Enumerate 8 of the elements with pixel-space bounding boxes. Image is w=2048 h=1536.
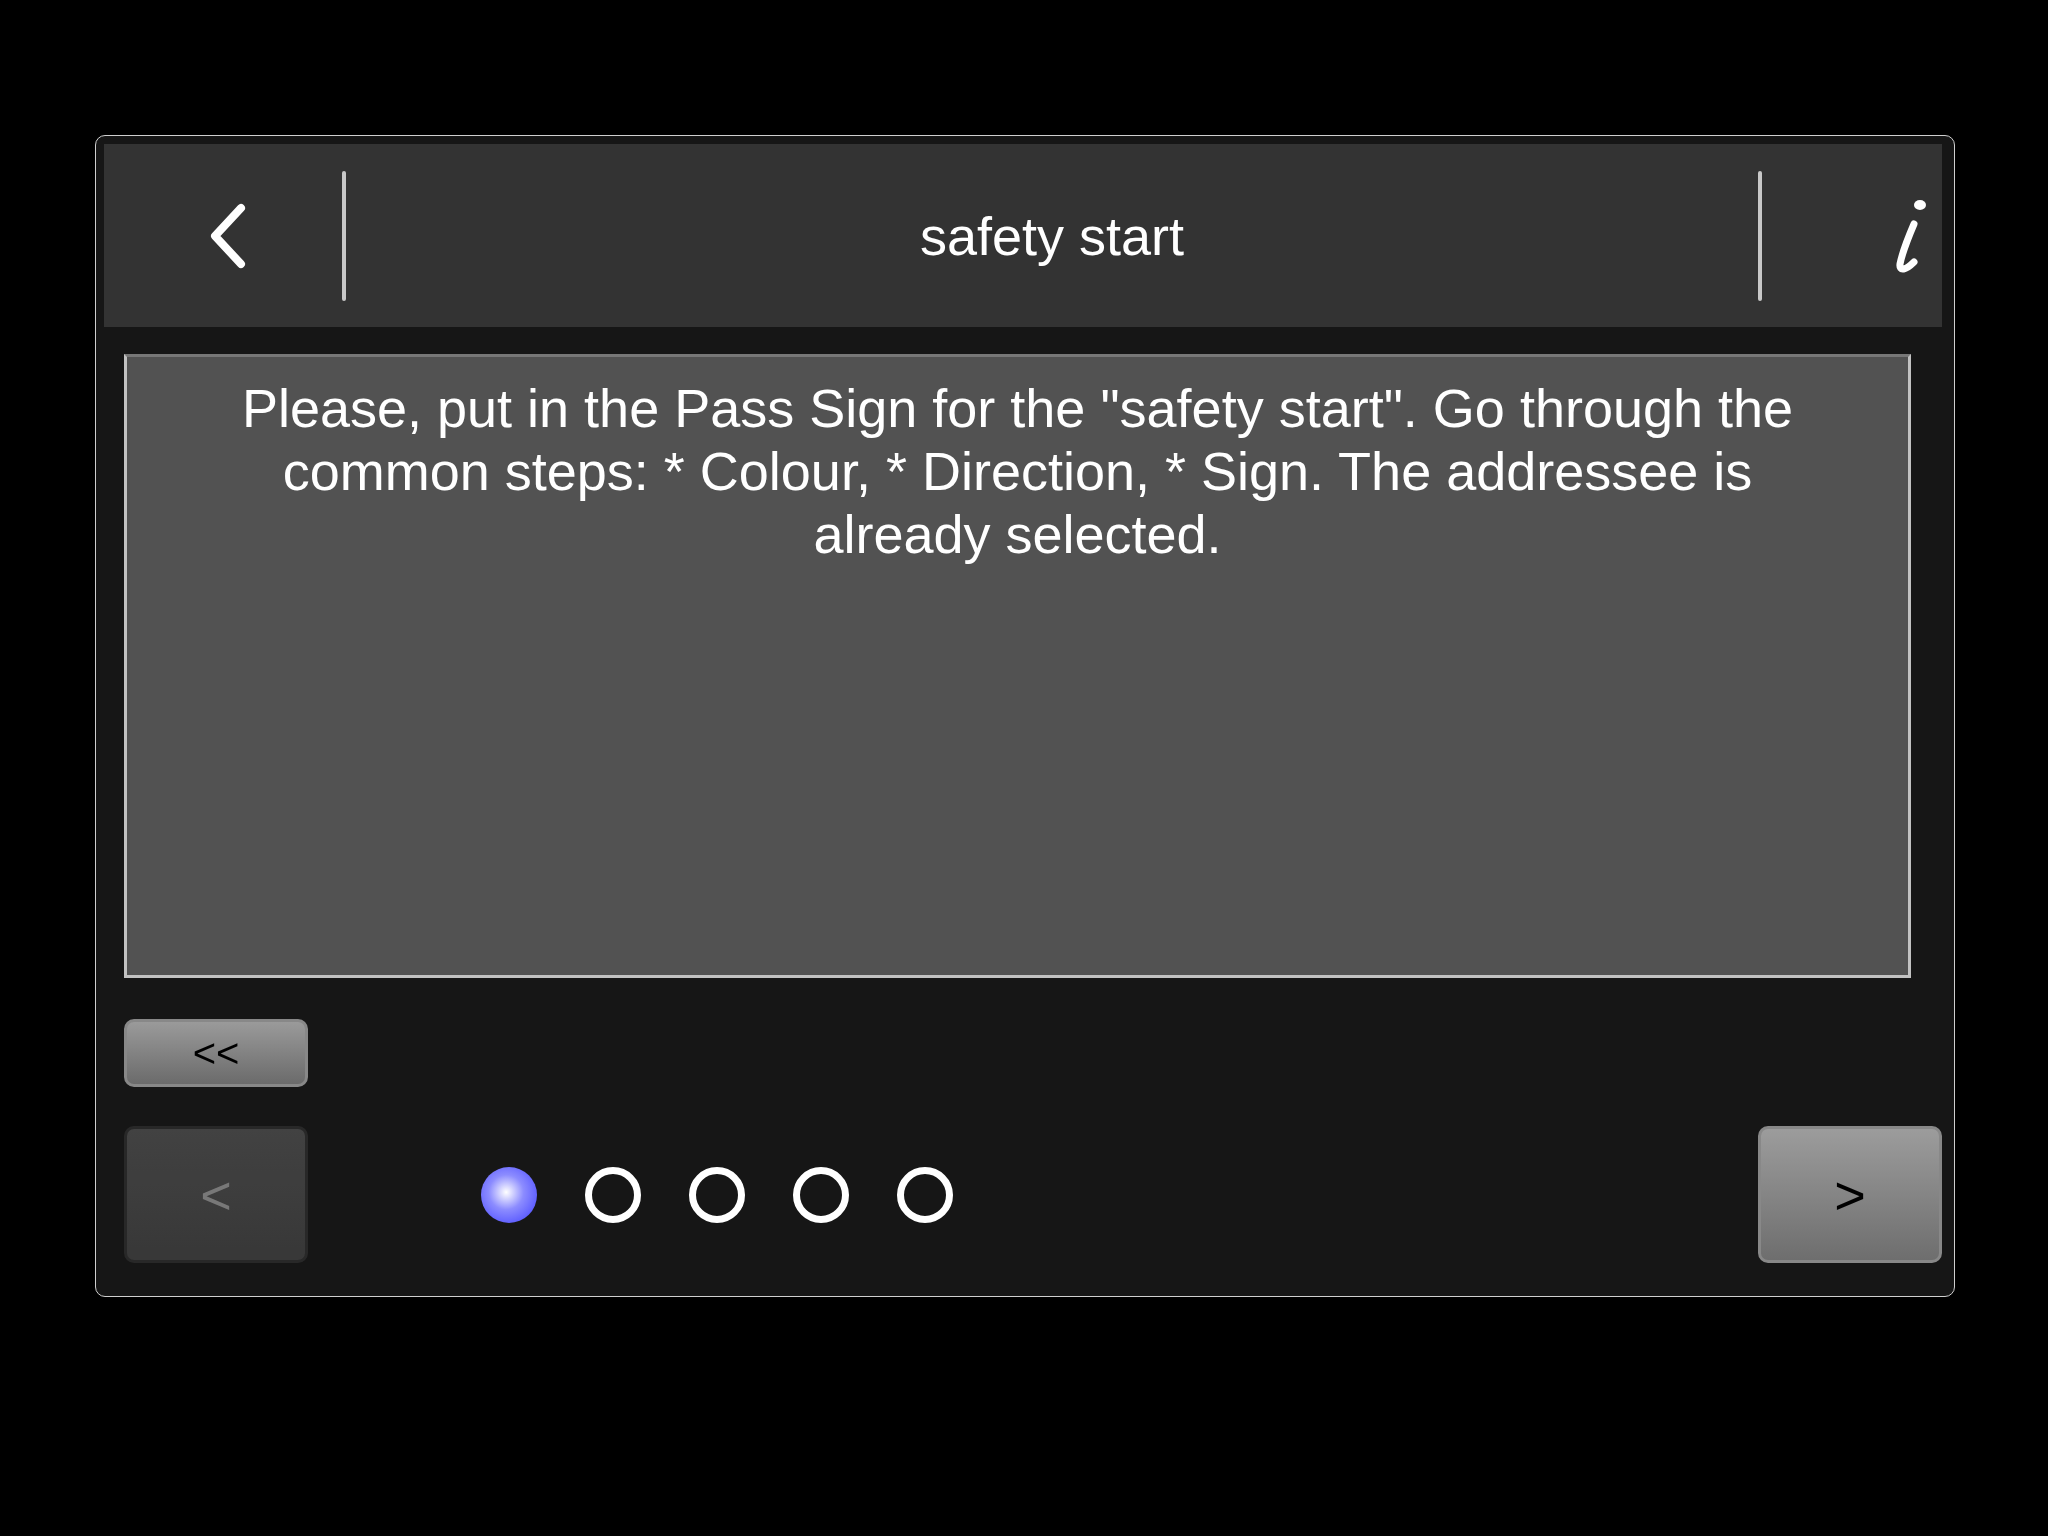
rewind-button[interactable]: << [124, 1019, 308, 1087]
page-dot[interactable] [793, 1166, 849, 1223]
next-button[interactable]: > [1758, 1126, 1942, 1263]
screen-title: safety start [918, 204, 1186, 267]
page-dot[interactable] [897, 1166, 953, 1223]
page-dot[interactable] [585, 1166, 641, 1223]
page-dot[interactable] [689, 1166, 745, 1223]
instruction-text: Please, put in the Pass Sign for the "safety start". Go through the common steps: * Colour, * Direction, * Sign. The addressee is already selected. [240, 377, 1795, 566]
